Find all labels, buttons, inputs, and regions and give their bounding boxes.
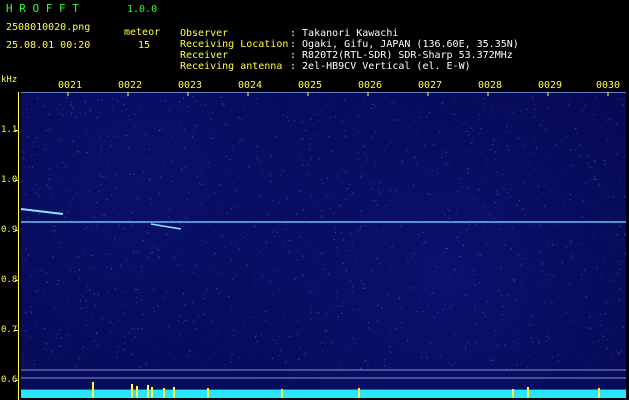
x-tick-9: 0029 xyxy=(538,80,563,91)
file-datetime: 25.08.01 00:20 xyxy=(6,40,91,51)
location-label: Receiving Location xyxy=(180,39,289,50)
antenna-label: Receiving antenna xyxy=(180,61,283,72)
x-tick-10: 0030 xyxy=(596,80,621,91)
y-tick-mark xyxy=(15,180,19,181)
y-unit-label: kHz xyxy=(1,75,18,85)
antenna-value: : 2el-HB9CV Vertical (el. E-W) xyxy=(290,61,471,72)
app-version: 1.0.0 xyxy=(127,4,158,15)
y-tick-mark xyxy=(15,130,19,131)
y-tick-mark xyxy=(15,330,19,331)
x-tick-1: 0021 xyxy=(58,80,83,91)
meteor-trace xyxy=(21,208,64,215)
receiver-label: Receiver xyxy=(180,50,229,61)
x-tick-4: 0024 xyxy=(238,80,263,91)
observer-value: : Takanori Kawachi xyxy=(290,28,399,39)
meteor-trace xyxy=(150,223,182,230)
meteor-count: 15 xyxy=(138,40,151,51)
x-tick-5: 0025 xyxy=(298,80,323,91)
x-tick-2: 0022 xyxy=(118,80,143,91)
x-tick-8: 0028 xyxy=(478,80,503,91)
y-tick-mark xyxy=(15,230,19,231)
location-value: : Ogaki, Gifu, JAPAN (136.60E, 35.35N) xyxy=(290,39,519,50)
x-tick-6: 0026 xyxy=(358,80,383,91)
spectrogram-plot xyxy=(21,92,626,398)
meteor-label: meteor xyxy=(124,27,161,38)
signal-meter-bar xyxy=(21,390,626,398)
y-axis-line xyxy=(18,92,19,400)
x-tick-7: 0027 xyxy=(418,80,443,91)
file-name: 2508010020.png xyxy=(6,22,91,33)
y-tick-mark xyxy=(15,280,19,281)
observer-label: Observer xyxy=(180,28,229,39)
x-tick-3: 0023 xyxy=(178,80,203,91)
receiver-value: : R820T2(RTL-SDR) SDR-Sharp 53.372MHz xyxy=(290,50,513,61)
y-tick-mark xyxy=(15,380,19,381)
noise-speckle xyxy=(21,96,626,369)
app-name: H R O F F T xyxy=(6,2,79,15)
